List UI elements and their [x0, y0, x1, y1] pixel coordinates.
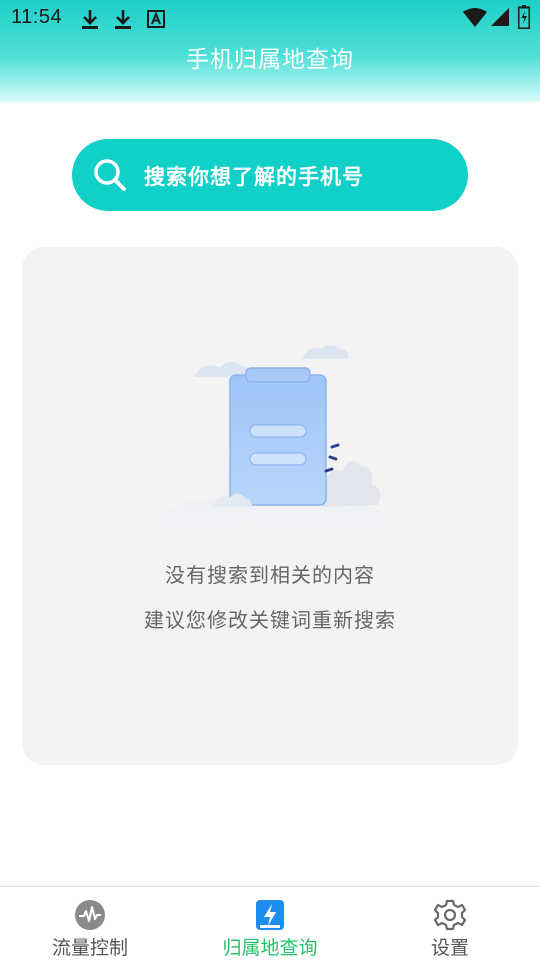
search-bar[interactable]: 搜索你想了解的手机号: [72, 139, 468, 211]
nav-label: 流量控制: [51, 937, 128, 959]
wifi-icon: [463, 8, 487, 27]
status-time: 11:54: [11, 6, 63, 28]
search-placeholder: 搜索你想了解的手机号: [144, 165, 364, 189]
nav-label: 设置: [430, 937, 469, 959]
gear-icon: [434, 899, 466, 931]
font-icon: [147, 10, 165, 28]
empty-state-card: 没有搜索到相关的内容 建议您修改关键词重新搜索: [22, 247, 518, 765]
pulse-icon: [75, 900, 105, 930]
clipboard-empty-illustration: [154, 345, 390, 537]
nav-item-location-lookup[interactable]: 归属地查询: [180, 887, 360, 960]
download-icon: [115, 10, 131, 29]
page-title: 手机归属地查询: [186, 47, 354, 73]
empty-state-subtitle: 建议您修改关键词重新搜索: [144, 608, 396, 632]
app-header: 11:54 手机归属地查询: [0, 0, 540, 102]
battery-icon: [518, 5, 530, 29]
empty-state-title: 没有搜索到相关的内容: [165, 563, 375, 587]
nav-item-traffic-control[interactable]: 流量控制: [0, 887, 180, 960]
signal-icon: [491, 8, 509, 26]
search-icon: [94, 159, 126, 191]
bottom-nav: 流量控制 归属地查询 设置: [0, 886, 540, 960]
bolt-icon: [256, 900, 284, 930]
download-icon: [82, 10, 98, 29]
nav-label: 归属地查询: [222, 937, 318, 959]
status-bar: 11:54: [0, 0, 540, 36]
nav-item-settings[interactable]: 设置: [360, 887, 540, 960]
